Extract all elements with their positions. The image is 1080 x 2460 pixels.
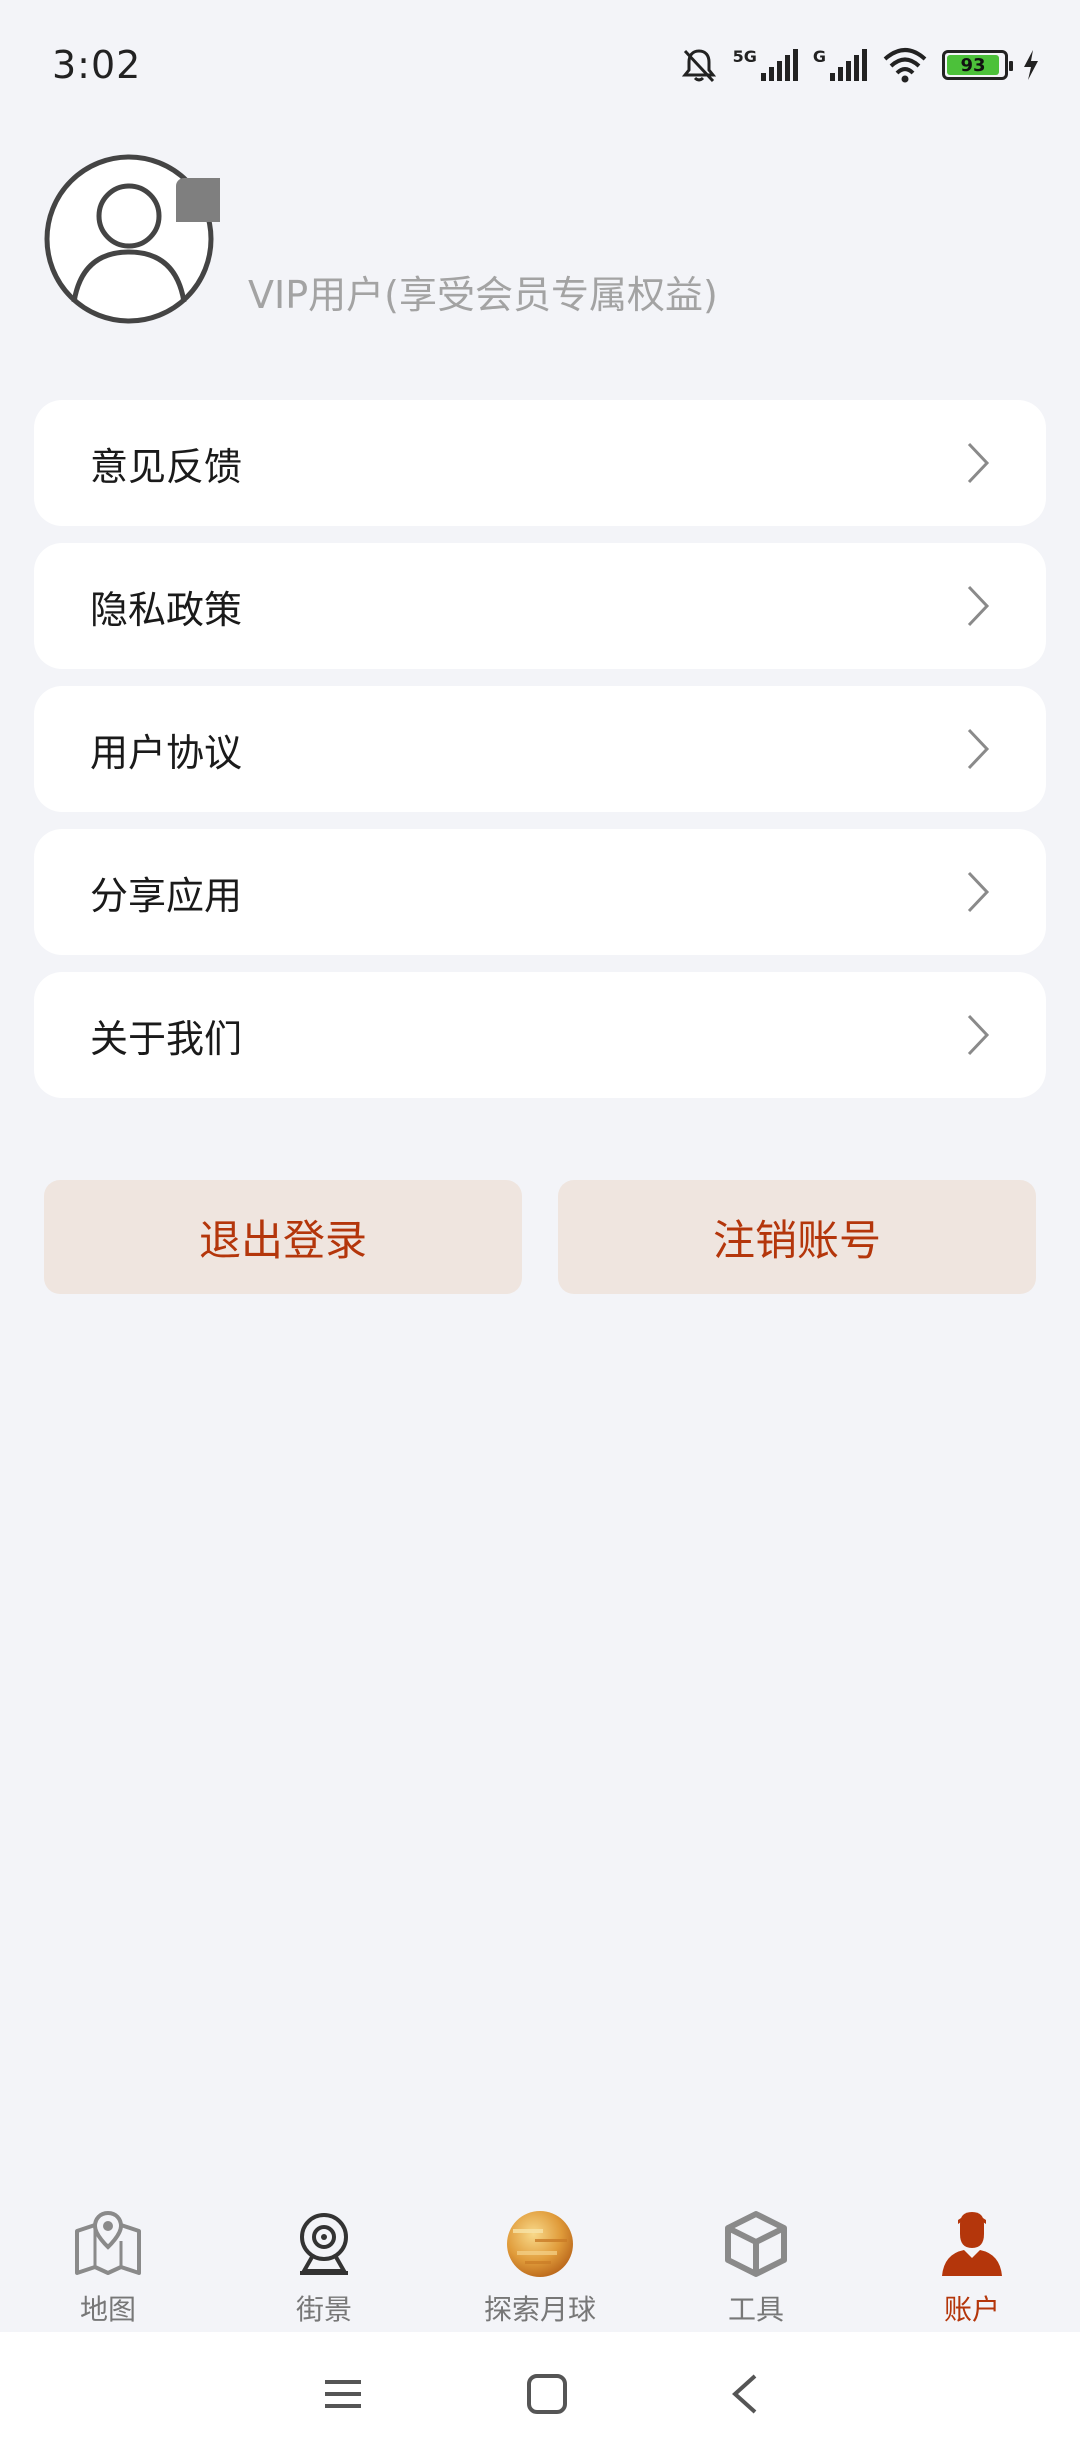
cube-icon [718, 2206, 794, 2282]
status-bar: 3:02 5G G 93 [0, 0, 1080, 130]
avatar[interactable] [42, 152, 220, 326]
network-label-2: G [812, 47, 826, 66]
profile-header: VIP用户(享受会员专属权益) [42, 152, 1042, 342]
tab-account[interactable]: 账户 [864, 2196, 1080, 2328]
account-page: 3:02 5G G 93 VIP用户(享受会员专属权益) 意见反馈 隐私政策 用… [0, 0, 1080, 2460]
network-label: 5G [732, 47, 757, 66]
settings-menu: 意见反馈 隐私政策 用户协议 分享应用 关于我们 [34, 400, 1046, 1115]
menu-nav-icon[interactable] [321, 2374, 365, 2418]
menu-item-about-us[interactable]: 关于我们 [34, 972, 1046, 1098]
charging-icon [1022, 49, 1040, 81]
system-navigation-bar [0, 2332, 1080, 2460]
menu-item-user-agreement[interactable]: 用户协议 [34, 686, 1046, 812]
signal-5g-icon: 5G [733, 47, 799, 83]
chevron-right-icon [966, 1013, 990, 1057]
menu-item-share-app[interactable]: 分享应用 [34, 829, 1046, 955]
logout-button[interactable]: 退出登录 [44, 1180, 522, 1294]
tab-tools[interactable]: 工具 [648, 2196, 864, 2328]
battery-cap [1009, 61, 1013, 71]
tab-street-view[interactable]: 街景 [216, 2196, 432, 2328]
avatar-badge [176, 178, 220, 222]
status-time: 3:02 [52, 43, 142, 87]
back-nav-icon[interactable] [729, 2372, 759, 2420]
tab-map[interactable]: 地图 [0, 2196, 216, 2328]
webcam-icon [286, 2206, 362, 2282]
menu-item-label: 分享应用 [90, 873, 243, 918]
vip-status-text: VIP用户(享受会员专属权益) [248, 273, 718, 317]
tab-label: 街景 [295, 2293, 352, 2326]
chevron-right-icon [966, 584, 990, 628]
cancel-account-button[interactable]: 注销账号 [558, 1180, 1036, 1294]
signal-g-icon: G [813, 47, 868, 83]
bottom-tab-bar: 地图 街景 探索月球 工具 账户 [0, 2196, 1080, 2332]
tab-label: 地图 [79, 2293, 136, 2326]
tab-label: 工具 [727, 2293, 784, 2326]
bell-muted-icon [679, 45, 719, 85]
menu-item-label: 关于我们 [90, 1016, 243, 1061]
tab-explore-moon[interactable]: 探索月球 [432, 2196, 648, 2328]
person-icon [934, 2206, 1010, 2282]
moon-icon [502, 2206, 578, 2282]
status-icons: 5G G 93 [679, 45, 1040, 85]
chevron-right-icon [966, 870, 990, 914]
chevron-right-icon [966, 441, 990, 485]
chevron-right-icon [966, 727, 990, 771]
menu-item-label: 用户协议 [90, 730, 243, 775]
wifi-icon [882, 47, 928, 83]
home-nav-icon[interactable] [525, 2372, 569, 2420]
map-icon [70, 2206, 146, 2282]
menu-item-privacy-policy[interactable]: 隐私政策 [34, 543, 1046, 669]
menu-item-label: 意见反馈 [90, 444, 243, 489]
battery-icon: 93 [942, 50, 1013, 80]
tab-label: 探索月球 [483, 2293, 596, 2326]
battery-level: 93 [947, 55, 1000, 76]
tab-label: 账户 [943, 2293, 1000, 2326]
menu-item-label: 隐私政策 [90, 587, 243, 632]
menu-item-feedback[interactable]: 意见反馈 [34, 400, 1046, 526]
